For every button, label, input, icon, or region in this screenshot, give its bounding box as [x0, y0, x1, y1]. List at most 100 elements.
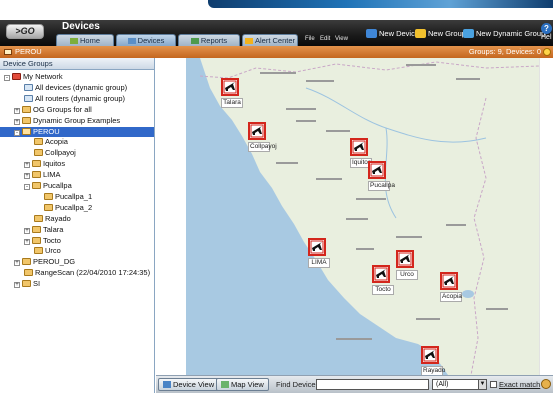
dynamic-group-icon [24, 83, 33, 91]
tree-item[interactable]: + Tocto [24, 236, 61, 246]
new-group-button[interactable]: New Group [415, 29, 466, 38]
exact-match-checkbox[interactable] [490, 381, 497, 388]
tab-home[interactable]: Home [56, 34, 114, 46]
device-marker-label: Tocto [372, 285, 394, 295]
tree-item[interactable]: + Iquitos [24, 159, 65, 169]
group-folder-icon [44, 203, 53, 211]
device-marker-label: Collpayoj [248, 142, 277, 152]
expand-icon[interactable]: + [14, 260, 20, 267]
group-folder-icon [34, 214, 43, 222]
device-alert-icon [440, 272, 458, 290]
device-marker[interactable]: Pucallpa [368, 161, 395, 191]
group-folder-icon [24, 269, 33, 277]
expand-icon[interactable]: + [14, 282, 20, 289]
find-device-input[interactable] [316, 379, 429, 390]
tab-devices[interactable]: Devices [116, 34, 176, 46]
dynamic-group-icon [24, 94, 33, 102]
device-marker-label: Urco [396, 270, 418, 280]
map-view-icon [221, 381, 229, 388]
tree-item[interactable]: + LIMA [24, 170, 61, 180]
group-folder-icon [32, 236, 41, 244]
collapse-icon[interactable]: - [4, 75, 10, 81]
new-device-button[interactable]: New Device [366, 29, 419, 38]
menu-view[interactable]: View [335, 36, 348, 42]
tree-item[interactable]: RangeScan (22/04/2010 17:24:35) [14, 268, 150, 278]
device-marker[interactable]: Talara [221, 78, 243, 108]
exact-match-label[interactable]: Exact match [499, 380, 540, 389]
tree-item[interactable]: Collpayoj [24, 148, 76, 158]
tree-item[interactable]: Pucallpa_2 [34, 203, 92, 213]
expand-icon[interactable]: + [24, 162, 30, 169]
vertical-scrollbar[interactable] [539, 58, 553, 375]
map-canvas[interactable] [156, 58, 539, 375]
tree-item-label: Dynamic Group Examples [33, 115, 121, 125]
devices-icon [127, 38, 136, 44]
tree-item[interactable]: - Pucallpa [24, 181, 72, 191]
tree-item[interactable]: Acopia [24, 137, 68, 147]
device-view-icon [163, 381, 171, 388]
tree-item[interactable]: Urco [24, 246, 61, 256]
tree-item[interactable]: + SI [14, 279, 40, 289]
tree-item[interactable]: Rayado [24, 214, 71, 224]
new-group-icon [415, 29, 426, 38]
tree-item[interactable]: + Dynamic Group Examples [14, 116, 120, 126]
tree-item[interactable]: All devices (dynamic group) [14, 83, 127, 93]
group-folder-icon [22, 116, 31, 124]
device-view-tab[interactable]: Device View [158, 378, 220, 391]
new-dynamic-group-button[interactable]: New Dynamic Group [463, 29, 545, 38]
filter-dropdown-button[interactable]: ▼ [478, 379, 487, 390]
collapse-icon[interactable]: - [24, 184, 30, 190]
tree-item[interactable]: - My Network [4, 72, 63, 82]
tree-item-label: SI [33, 279, 41, 289]
tree-item[interactable]: + Talara [24, 225, 63, 235]
tree-item[interactable]: + PEROU_DG [14, 257, 75, 267]
new-group-label: New Group [428, 29, 466, 38]
alert-icon [244, 38, 253, 44]
device-marker[interactable]: Acopia [440, 272, 462, 302]
menu-edit[interactable]: Edit [320, 36, 330, 42]
new-dynamic-group-label: New Dynamic Group [476, 29, 546, 38]
map-view-tab[interactable]: Map View [216, 378, 269, 391]
group-folder-icon [32, 182, 41, 189]
device-marker[interactable]: Tocto [372, 265, 394, 295]
device-alert-icon [308, 238, 326, 256]
menu-file[interactable]: File [305, 36, 315, 42]
expand-icon[interactable]: + [14, 107, 20, 114]
tree-item-label: OG Groups for all [33, 104, 92, 114]
app-window: >GO Devices Home Devices Reports Alert C… [0, 0, 553, 393]
breadcrumb[interactable]: PEROU [4, 47, 42, 56]
map-view[interactable]: Talara Collpayoj Iquitos Pucallpa LIMA Urco To… [156, 58, 553, 376]
go-button[interactable]: >GO [6, 24, 44, 39]
device-marker-label: LIMA [308, 258, 330, 268]
map-view-label: Map View [231, 380, 264, 389]
help-icon: ? [541, 23, 552, 34]
breadcrumb-label: PEROU [15, 47, 42, 56]
group-folder-icon [22, 258, 31, 266]
tree-item-label: PEROU_DG [33, 257, 76, 267]
device-marker[interactable]: Urco [396, 250, 418, 280]
tree-item-label: Acopia [45, 137, 68, 147]
top-strip [0, 0, 553, 20]
folder-icon [4, 49, 12, 55]
group-folder-icon [34, 247, 43, 255]
tab-alert-center[interactable]: Alert Center [242, 34, 298, 46]
help-button[interactable]: ? Hel [541, 23, 553, 41]
expand-icon[interactable]: + [24, 238, 30, 245]
search-clear-icon[interactable] [541, 379, 551, 389]
tree-item[interactable]: Pucallpa_1 [34, 192, 92, 202]
device-marker[interactable]: LIMA [308, 238, 330, 268]
group-folder-icon [34, 149, 43, 157]
tree-item[interactable]: All routers (dynamic group) [14, 94, 125, 104]
tree-item[interactable]: - PEROU [0, 126, 154, 137]
device-marker[interactable]: Rayado [421, 346, 445, 376]
new-dynamic-group-icon [463, 29, 474, 38]
status-icon[interactable] [543, 48, 551, 56]
collapse-icon[interactable]: - [14, 129, 20, 136]
device-marker[interactable]: Collpayoj [248, 122, 277, 152]
expand-icon[interactable]: + [14, 118, 20, 125]
expand-icon[interactable]: + [24, 227, 30, 234]
tab-reports[interactable]: Reports [178, 34, 240, 46]
expand-icon[interactable]: + [24, 173, 30, 180]
group-folder-icon [22, 280, 31, 288]
tree-item[interactable]: + OG Groups for all [14, 105, 92, 115]
